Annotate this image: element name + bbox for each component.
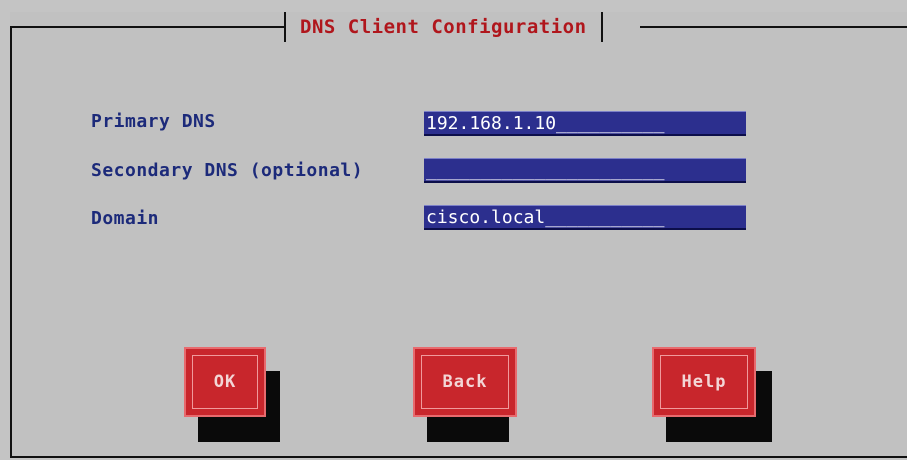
domain-fill: ___________	[545, 207, 665, 228]
back-button-group: Back	[413, 347, 517, 442]
primary-dns-value: 192.168.1.10	[426, 113, 557, 134]
primary-dns-label: Primary DNS	[91, 111, 216, 132]
help-button[interactable]: Help	[652, 347, 756, 417]
terminal-screen: DNS Client Configuration Primary DNS Sec…	[0, 0, 907, 460]
dialog-title-bar: DNS Client Configuration	[284, 12, 603, 42]
frame-top-left	[10, 26, 286, 28]
primary-dns-field[interactable]: 192.168.1.10__________	[424, 111, 746, 136]
ok-button-label: OK	[213, 372, 237, 392]
help-button-group: Help	[652, 347, 772, 442]
domain-value: cisco.local	[426, 207, 546, 228]
secondary-dns-field[interactable]: ______________________	[424, 158, 746, 183]
domain-field[interactable]: cisco.local___________	[424, 205, 746, 230]
dialog-title: DNS Client Configuration	[300, 16, 587, 38]
frame-left	[10, 26, 12, 458]
secondary-dns-label: Secondary DNS (optional)	[91, 160, 364, 181]
help-button-label: Help	[681, 372, 727, 392]
back-button-label: Back	[442, 372, 488, 392]
primary-dns-fill: __________	[556, 113, 665, 134]
frame-bottom	[10, 456, 907, 458]
ok-button[interactable]: OK	[184, 347, 266, 417]
domain-label: Domain	[91, 208, 160, 229]
frame-top-right	[640, 26, 907, 28]
ok-button-group: OK	[184, 347, 280, 442]
secondary-dns-fill: ______________________	[426, 160, 665, 181]
back-button[interactable]: Back	[413, 347, 517, 417]
